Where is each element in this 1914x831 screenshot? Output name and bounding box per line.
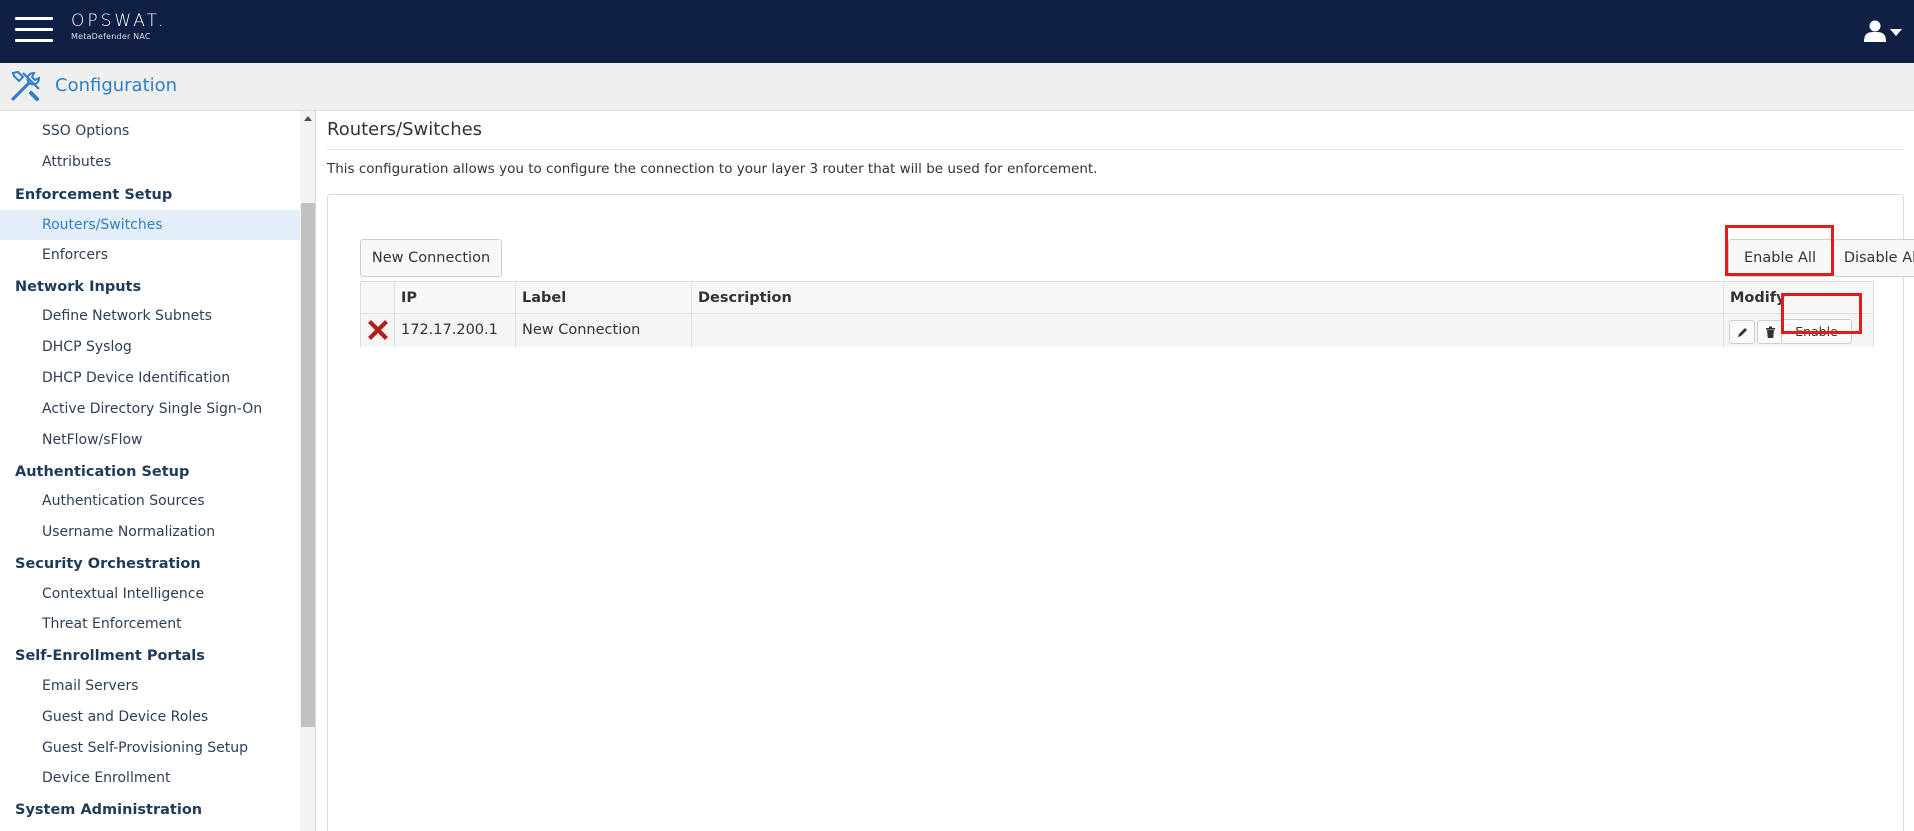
sidebar-item-dhcp-device-identification[interactable]: DHCP Device Identification xyxy=(0,363,300,393)
disable-all-button[interactable]: Disable All xyxy=(1833,239,1914,277)
column-header-label: Label xyxy=(522,290,567,306)
sidebar-item-netflow-sflow[interactable]: NetFlow/sFlow xyxy=(0,425,300,455)
top-header: OPSWAT. MetaDefender NAC xyxy=(0,0,1914,63)
user-icon xyxy=(1864,20,1886,42)
sidebar-group-enforcement-setup: Enforcement Setup xyxy=(15,187,173,203)
column-divider xyxy=(1723,282,1724,347)
sidebar-item-guest-and-device-roles[interactable]: Guest and Device Roles xyxy=(0,702,300,732)
table-header: IP Label Description Modify xyxy=(361,282,1873,314)
sidebar-item-active-directory-sso[interactable]: Active Directory Single Sign-On xyxy=(0,394,300,424)
sidebar-group-system-administration: System Administration xyxy=(15,802,203,818)
enable-all-button[interactable]: Enable All xyxy=(1728,239,1832,277)
cell-description xyxy=(692,314,698,347)
sidebar-item-contextual-intelligence[interactable]: Contextual Intelligence xyxy=(0,579,300,609)
brand-name: OPSWAT. xyxy=(71,11,167,31)
page-title: Configuration xyxy=(55,75,178,96)
sidebar-item-device-enrollment[interactable]: Device Enrollment xyxy=(0,763,300,793)
sidebar-item-enforcers[interactable]: Enforcers xyxy=(0,240,300,270)
cell-label: New Connection xyxy=(522,322,641,338)
table-row: 172.17.200.1 New Connection Enable xyxy=(361,314,1873,347)
delete-button[interactable] xyxy=(1757,320,1783,344)
sidebar-item-email-servers[interactable]: Email Servers xyxy=(0,671,300,701)
connections-panel: New Connection Enable All Disable All IP… xyxy=(327,194,1914,831)
tools-icon xyxy=(11,70,41,101)
sidebar-item-attributes[interactable]: Attributes xyxy=(0,147,300,177)
sidebar-item-routers-switches[interactable]: Routers/Switches xyxy=(0,210,300,240)
sidebar-group-security-orchestration: Security Orchestration xyxy=(15,556,201,572)
sidebar-item-dhcp-syslog[interactable]: DHCP Syslog xyxy=(0,332,300,362)
sidebar-scrollbar[interactable] xyxy=(300,111,316,831)
content-description: This configuration allows you to configu… xyxy=(327,161,1098,177)
sidebar-group-network-inputs: Network Inputs xyxy=(15,279,142,295)
brand-logo: OPSWAT. MetaDefender NAC xyxy=(71,11,166,43)
main-content: Routers/Switches This configuration allo… xyxy=(316,111,1914,831)
enable-button[interactable]: Enable xyxy=(1781,319,1852,344)
sidebar-item-authentication-sources[interactable]: Authentication Sources xyxy=(0,486,300,516)
new-connection-button[interactable]: New Connection xyxy=(360,239,502,277)
sidebar-item-guest-self-provisioning[interactable]: Guest Self-Provisioning Setup xyxy=(0,733,300,763)
pencil-icon xyxy=(1738,328,1747,337)
user-menu[interactable] xyxy=(1864,20,1904,44)
sidebar-group-self-enrollment-portals: Self-Enrollment Portals xyxy=(15,648,205,664)
column-header-modify: Modify xyxy=(1730,290,1786,306)
column-divider xyxy=(394,282,395,347)
column-divider xyxy=(691,282,692,347)
title-divider xyxy=(327,149,1904,150)
cell-ip: 172.17.200.1 xyxy=(401,322,498,338)
remove-x-icon[interactable] xyxy=(368,320,388,340)
scroll-up-arrow-icon[interactable] xyxy=(300,111,316,129)
connections-table: IP Label Description Modify 172.17.200.1… xyxy=(360,281,1874,347)
edit-button[interactable] xyxy=(1729,320,1755,344)
sidebar-item-username-normalization[interactable]: Username Normalization xyxy=(0,517,300,547)
scrollbar-thumb[interactable] xyxy=(301,203,315,727)
sidebar-item-threat-enforcement[interactable]: Threat Enforcement xyxy=(0,609,300,639)
section-header: Configuration xyxy=(0,63,1914,111)
content-title: Routers/Switches xyxy=(327,119,483,140)
column-divider xyxy=(515,282,516,347)
sidebar-item-sso-options[interactable]: SSO Options xyxy=(0,116,300,146)
hamburger-menu-icon[interactable] xyxy=(15,17,53,43)
sidebar-group-authentication-setup: Authentication Setup xyxy=(15,464,190,480)
brand-subtitle: MetaDefender NAC xyxy=(71,32,151,41)
caret-down-icon xyxy=(1890,29,1902,36)
sidebar-item-define-network-subnets[interactable]: Define Network Subnets xyxy=(0,301,300,331)
column-header-description: Description xyxy=(698,290,792,306)
sidebar: SSO Options Attributes Enforcement Setup… xyxy=(0,111,316,831)
column-header-ip: IP xyxy=(401,290,418,306)
trash-icon xyxy=(1766,326,1775,338)
